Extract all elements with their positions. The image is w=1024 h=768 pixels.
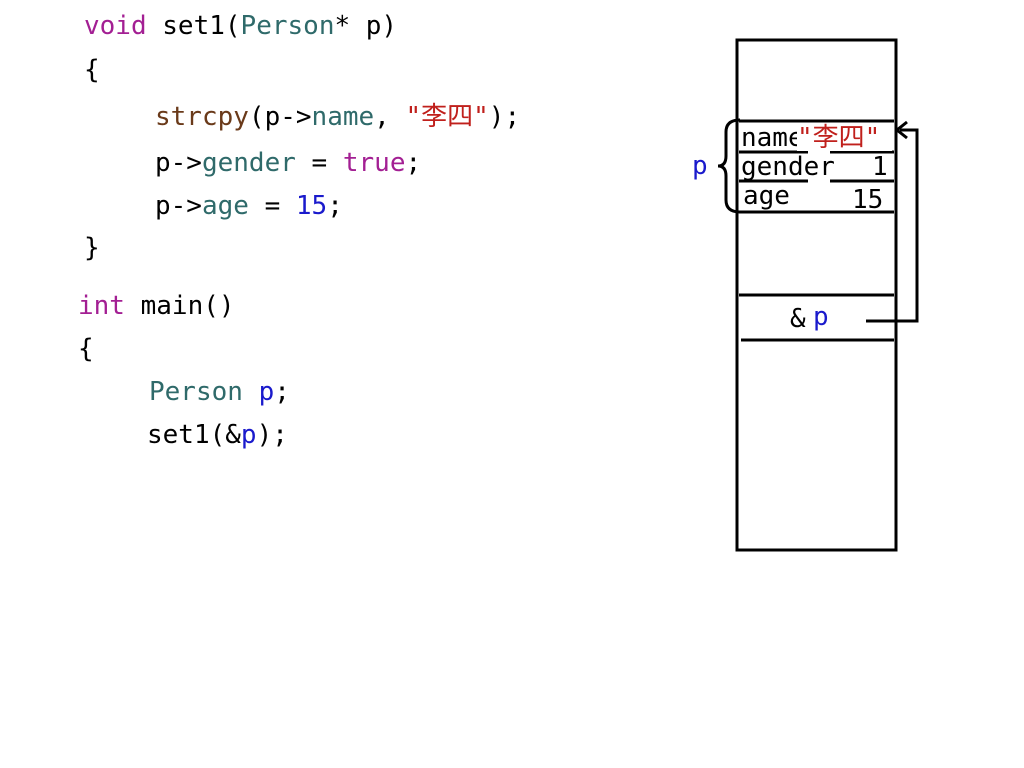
field-label-name: name — [741, 123, 804, 153]
field-label-age: age — [743, 181, 790, 211]
param-value-p: p — [813, 302, 829, 332]
param-value-amp: & — [790, 304, 806, 334]
pointer-label-p: p — [692, 151, 708, 181]
field-label-gender: gender — [741, 152, 835, 182]
field-value-gender: 1 — [872, 152, 888, 182]
field-value-age: 15 — [852, 185, 883, 215]
field-value-name: "李四" — [797, 123, 880, 153]
memory-diagram: p name "李四" gender 1 age 15 & p — [692, 38, 919, 552]
